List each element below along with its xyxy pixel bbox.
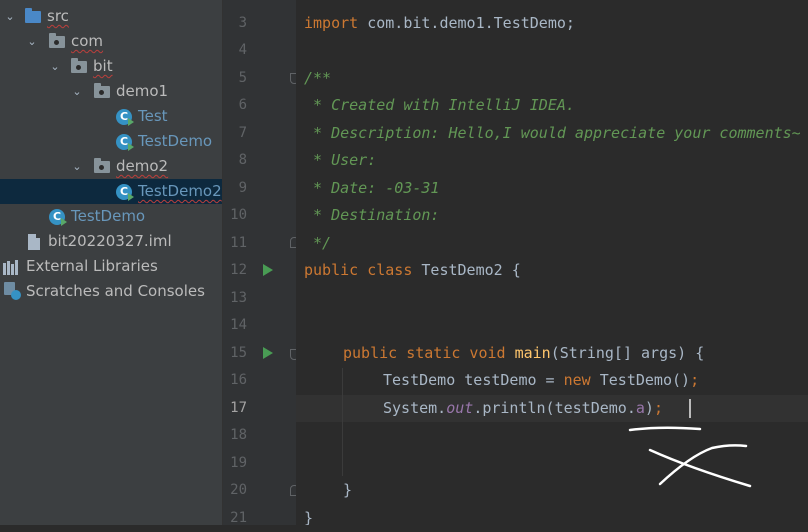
line-number: 15 (230, 345, 247, 361)
chevron-down-icon[interactable]: ⌄ (3, 4, 17, 29)
line-number: 5 (238, 70, 247, 86)
tree-item-label: TestDemo (138, 132, 213, 150)
package-icon (94, 158, 110, 175)
tree-item-com[interactable]: ⌄ com (0, 29, 222, 54)
editor-gutter: 3 4 5 6 7 8 9 10 11 12 13 14 15 16 17 18… (223, 0, 299, 526)
code-line-10: * Destination: (304, 206, 440, 224)
code-line-5: /** (304, 69, 332, 87)
code-line-9: * Date: -03-31 (304, 179, 440, 197)
line-number: 10 (230, 207, 247, 223)
tree-item-demo2[interactable]: ⌄ demo2 (0, 154, 222, 179)
line-number: 4 (238, 42, 247, 58)
line-number: 21 (230, 510, 247, 526)
chevron-down-icon[interactable]: ⌄ (70, 79, 84, 104)
tree-item-label: src (47, 7, 69, 25)
chevron-down-icon[interactable]: ⌄ (48, 54, 62, 79)
line-number: 7 (238, 125, 247, 141)
line-number: 11 (230, 235, 247, 251)
tree-item-testdemo[interactable]: C TestDemo (0, 129, 222, 154)
tree-item-testdemo2[interactable]: C TestDemo2 (0, 179, 222, 204)
folder-icon (25, 8, 41, 25)
tree-item-demo1[interactable]: ⌄ demo1 (0, 79, 222, 104)
handwritten-scribble-icon (628, 426, 752, 488)
line-number: 20 (230, 482, 247, 498)
package-icon (94, 83, 110, 100)
line-number: 3 (238, 15, 247, 31)
chevron-down-icon[interactable]: ⌄ (70, 154, 84, 179)
code-line-15: public static void main(String[] args) { (343, 344, 705, 362)
line-number: 6 (238, 97, 247, 113)
code-line-3: import com.bit.demo1.TestDemo; (304, 14, 575, 32)
package-icon (71, 58, 87, 75)
tree-item-scratches[interactable]: Scratches and Consoles (0, 279, 222, 304)
code-line-21: } (304, 509, 314, 525)
tree-item-label: Test (138, 107, 168, 125)
package-icon (49, 33, 65, 50)
line-number: 8 (238, 152, 247, 168)
tree-item-label: External Libraries (26, 257, 158, 275)
module-file-icon (26, 234, 42, 250)
chevron-down-icon[interactable]: ⌄ (25, 29, 39, 54)
tree-item-label: com (71, 32, 104, 50)
tree-item-external-libraries[interactable]: External Libraries (0, 254, 222, 279)
code-line-20: } (343, 481, 353, 499)
code-line-16: TestDemo testDemo = new TestDemo(); (383, 371, 700, 389)
tree-item-src[interactable]: ⌄ src (0, 4, 222, 29)
tree-item-label: demo1 (116, 82, 169, 100)
tree-item-label: bit (93, 57, 113, 75)
code-line-8: * User: (304, 151, 377, 169)
libraries-icon (3, 259, 19, 275)
line-number: 14 (230, 317, 247, 333)
line-number: 12 (230, 262, 247, 278)
class-icon: C (49, 209, 67, 226)
text-caret (689, 399, 691, 418)
code-line-11: */ (304, 234, 332, 252)
tree-item-bit[interactable]: ⌄ bit (0, 54, 222, 79)
class-icon: C (116, 184, 134, 201)
class-icon: C (116, 134, 134, 151)
tree-item-iml[interactable]: bit20220327.iml (0, 229, 222, 254)
tree-item-label: TestDemo (71, 207, 146, 225)
tree-item-test[interactable]: C Test (0, 104, 222, 129)
line-number: 19 (230, 455, 247, 471)
code-line-6: * Created with IntelliJ IDEA. (304, 96, 575, 114)
class-icon: C (116, 109, 134, 126)
field-a-error: a (635, 399, 645, 417)
indent-guide (342, 368, 343, 476)
code-line-17: System.out.println(testDemo.a); (383, 399, 663, 417)
code-line-12: public class TestDemo2 { (304, 261, 521, 279)
run-gutter-icon[interactable] (263, 347, 273, 359)
tree-item-label: bit20220327.iml (48, 232, 172, 250)
project-tree-panel: ⌄ src ⌄ com ⌄ bit ⌄ demo1 C Test C TestD… (0, 0, 223, 525)
line-number: 13 (230, 290, 247, 306)
line-number: 9 (238, 180, 247, 196)
line-number: 18 (230, 427, 247, 443)
line-number: 16 (230, 372, 247, 388)
tree-item-label: Scratches and Consoles (26, 282, 205, 300)
line-number-current: 17 (230, 400, 247, 416)
run-gutter-icon[interactable] (263, 264, 273, 276)
tree-item-testdemo-root[interactable]: C TestDemo (0, 204, 222, 229)
tree-item-label: TestDemo2 (138, 182, 222, 200)
scratches-icon (3, 282, 21, 300)
code-line-7: * Description: Hello,I would appreciate … (304, 124, 801, 142)
tree-item-label: demo2 (116, 157, 169, 175)
